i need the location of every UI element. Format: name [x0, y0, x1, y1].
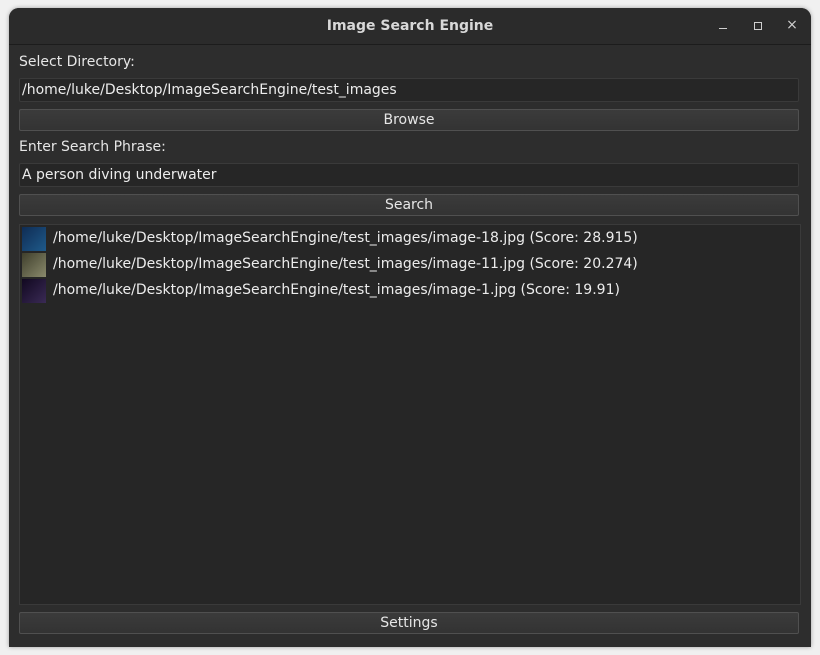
window-title: Image Search Engine: [326, 18, 494, 34]
minimize-button[interactable]: [713, 16, 733, 36]
settings-button[interactable]: Settings: [19, 612, 799, 634]
result-item[interactable]: /home/luke/Desktop/ImageSearchEngine/tes…: [22, 253, 792, 277]
result-thumbnail: [22, 279, 46, 303]
result-thumbnail: [22, 227, 46, 251]
result-thumbnail: [22, 253, 46, 277]
close-icon: ×: [786, 17, 798, 33]
result-item[interactable]: /home/luke/Desktop/ImageSearchEngine/tes…: [22, 227, 792, 251]
app-window: Image Search Engine × Select Directory: …: [9, 8, 811, 647]
result-item[interactable]: /home/luke/Desktop/ImageSearchEngine/tes…: [22, 279, 792, 303]
search-phrase-label: Enter Search Phrase:: [19, 139, 166, 155]
result-text: /home/luke/Desktop/ImageSearchEngine/tes…: [53, 282, 620, 298]
search-input[interactable]: [20, 164, 798, 186]
close-button[interactable]: ×: [782, 16, 802, 36]
directory-input[interactable]: [20, 79, 798, 101]
directory-label: Select Directory:: [19, 54, 135, 70]
browse-button[interactable]: Browse: [19, 109, 799, 131]
maximize-icon: [754, 22, 762, 30]
search-button[interactable]: Search: [19, 194, 799, 216]
directory-field[interactable]: [19, 78, 799, 102]
search-field[interactable]: [19, 163, 799, 187]
minimize-icon: [719, 28, 727, 29]
maximize-button[interactable]: [748, 16, 768, 36]
result-text: /home/luke/Desktop/ImageSearchEngine/tes…: [53, 230, 638, 246]
title-bar[interactable]: Image Search Engine ×: [9, 8, 811, 45]
result-text: /home/luke/Desktop/ImageSearchEngine/tes…: [53, 256, 638, 272]
results-list[interactable]: /home/luke/Desktop/ImageSearchEngine/tes…: [19, 224, 801, 605]
